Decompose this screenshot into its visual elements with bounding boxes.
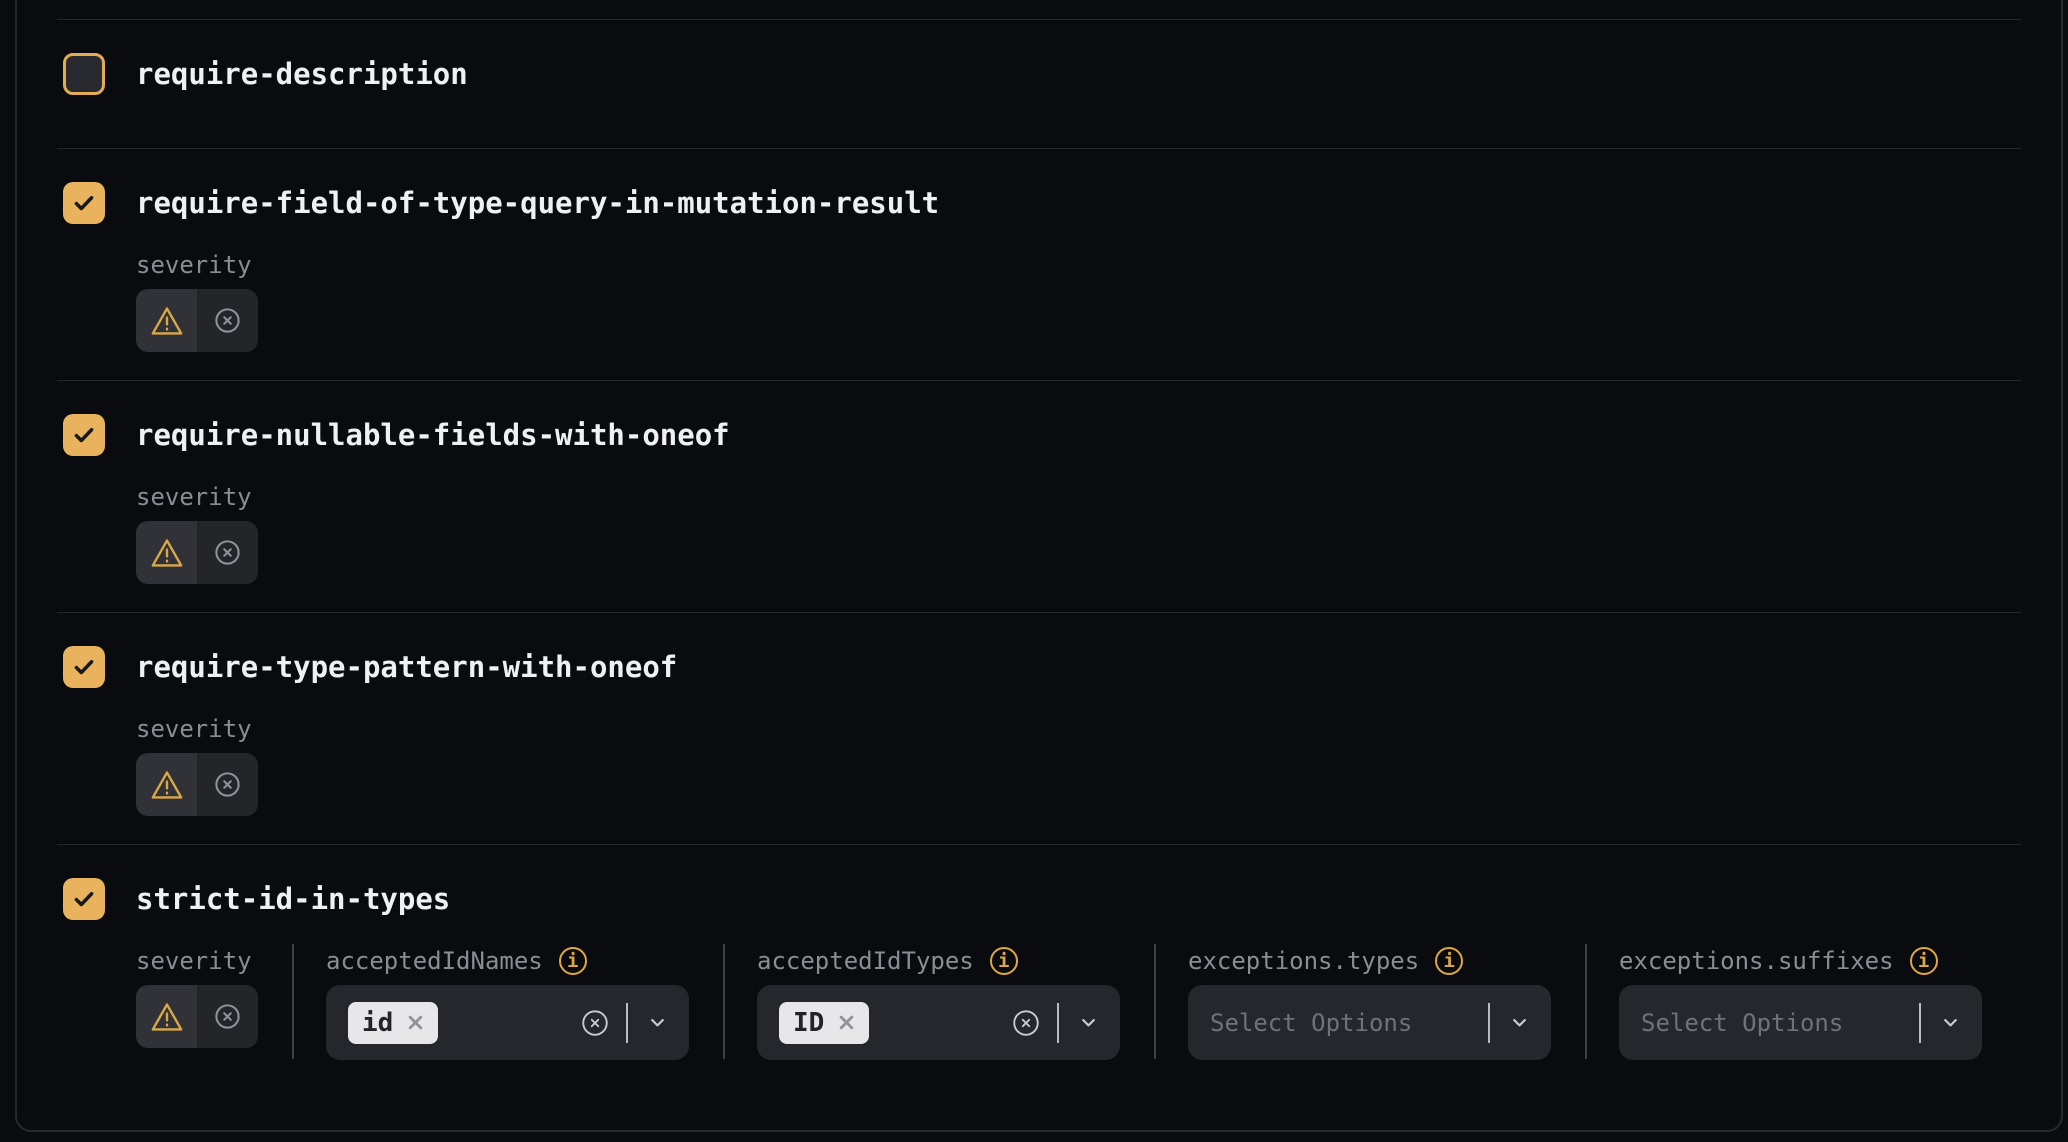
option-label: exceptions.suffixes (1619, 947, 1894, 975)
info-icon[interactable]: i (559, 947, 587, 975)
clear-circle-icon[interactable] (580, 1008, 610, 1038)
info-icon[interactable]: i (1435, 947, 1463, 975)
rule-title: require-type-pattern-with-oneof (136, 650, 677, 684)
x-circle-icon (213, 538, 242, 567)
rule-row-strict-id-in-types: strict-id-in-types severity (17, 845, 2061, 1060)
tag-label: ID (793, 1008, 824, 1038)
rule-row-require-field-of-type-query-in-mutation-result: require-field-of-type-query-in-mutation-… (17, 149, 2061, 380)
severity-label: severity (136, 949, 258, 973)
x-icon[interactable] (406, 1013, 425, 1032)
warning-triangle-icon (150, 305, 184, 337)
x-circle-icon (213, 1002, 242, 1031)
option-label: acceptedIdNames (326, 947, 543, 975)
check-icon (70, 653, 98, 681)
exceptions-suffixes-column: exceptions.suffixes i Select Options (1619, 949, 1982, 1060)
severity-column: severity (136, 949, 258, 1048)
chevron-down-icon[interactable] (1939, 1011, 1962, 1034)
exceptions-types-column: exceptions.types i Select Options (1188, 949, 1551, 1060)
select-placeholder: Select Options (1641, 1009, 1843, 1037)
severity-toggle (136, 521, 258, 584)
tag-label: id (362, 1008, 393, 1038)
field-separator (626, 1003, 628, 1043)
acceptedIdNames-column: acceptedIdNames i id (326, 949, 689, 1060)
exceptions-types-select[interactable]: Select Options (1188, 985, 1551, 1060)
column-divider (723, 944, 725, 1059)
clear-circle-icon[interactable] (1011, 1008, 1041, 1038)
tag-id: id (348, 1002, 438, 1044)
column-divider (292, 944, 294, 1059)
severity-warn-button[interactable] (136, 521, 197, 584)
rule-checkbox[interactable] (63, 53, 105, 95)
select-placeholder: Select Options (1210, 1009, 1412, 1037)
acceptedIdTypes-multiselect[interactable]: ID (757, 985, 1120, 1060)
x-circle-icon (213, 770, 242, 799)
check-icon (70, 421, 98, 449)
field-separator (1919, 1003, 1921, 1043)
rule-title: strict-id-in-types (136, 882, 450, 916)
severity-off-button[interactable] (197, 521, 258, 584)
severity-warn-button[interactable] (136, 753, 197, 816)
tag-ID: ID (779, 1002, 869, 1044)
severity-off-button[interactable] (197, 753, 258, 816)
severity-off-button[interactable] (197, 985, 258, 1048)
rule-title: require-field-of-type-query-in-mutation-… (136, 186, 939, 220)
warning-triangle-icon (150, 537, 184, 569)
rule-checkbox[interactable] (63, 878, 105, 920)
exceptions-suffixes-select[interactable]: Select Options (1619, 985, 1982, 1060)
option-label: acceptedIdTypes (757, 947, 974, 975)
rule-title: require-nullable-fields-with-oneof (136, 418, 730, 452)
info-icon[interactable]: i (990, 947, 1018, 975)
severity-off-button[interactable] (197, 289, 258, 352)
x-circle-icon (213, 306, 242, 335)
chevron-down-icon[interactable] (1508, 1011, 1531, 1034)
column-divider (1154, 944, 1156, 1059)
severity-warn-button[interactable] (136, 985, 197, 1048)
rule-title: require-description (136, 57, 468, 91)
chevron-down-icon[interactable] (646, 1011, 669, 1034)
rules-panel: require-description require-field-of-typ… (15, 0, 2063, 1132)
acceptedIdTypes-column: acceptedIdTypes i ID (757, 949, 1120, 1060)
rule-checkbox[interactable] (63, 182, 105, 224)
severity-label: severity (136, 717, 2061, 741)
acceptedIdNames-multiselect[interactable]: id (326, 985, 689, 1060)
severity-toggle (136, 753, 258, 816)
warning-triangle-icon (150, 769, 184, 801)
severity-toggle (136, 985, 258, 1048)
check-icon (70, 885, 98, 913)
rule-row-require-description: require-description (17, 20, 2061, 148)
info-icon[interactable]: i (1910, 947, 1938, 975)
field-separator (1057, 1003, 1059, 1043)
panel-top-spacer (17, 0, 2061, 19)
rule-checkbox[interactable] (63, 646, 105, 688)
chevron-down-icon[interactable] (1077, 1011, 1100, 1034)
warning-triangle-icon (150, 1001, 184, 1033)
column-divider (1585, 944, 1587, 1059)
rule-row-require-nullable-fields-with-oneof: require-nullable-fields-with-oneof sever… (17, 381, 2061, 612)
option-label: exceptions.types (1188, 947, 1419, 975)
field-separator (1488, 1003, 1490, 1043)
severity-warn-button[interactable] (136, 289, 197, 352)
rule-row-require-type-pattern-with-oneof: require-type-pattern-with-oneof severity (17, 613, 2061, 844)
severity-label: severity (136, 253, 2061, 277)
x-icon[interactable] (837, 1013, 856, 1032)
check-icon (70, 189, 98, 217)
severity-toggle (136, 289, 258, 352)
severity-label: severity (136, 485, 2061, 509)
rule-checkbox[interactable] (63, 414, 105, 456)
